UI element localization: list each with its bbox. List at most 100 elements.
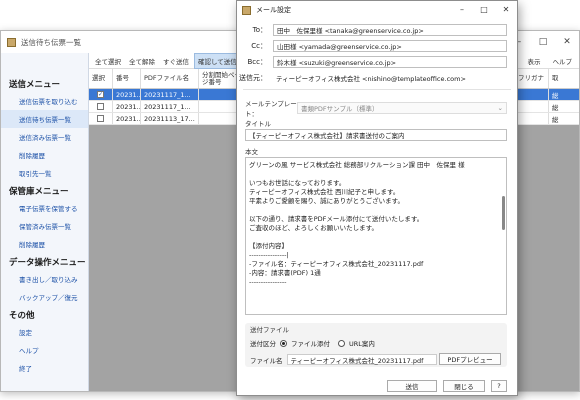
sidebar-heading-data: データ操作メニュー [9, 258, 86, 268]
view-menu[interactable]: 表示 [525, 54, 544, 68]
minimize-icon[interactable]: – [451, 1, 473, 19]
body-textarea[interactable]: グリーンの風 サービス株式会社 総務部リクルーション課 田中 佐保里 様 いつも… [245, 157, 507, 315]
body-line: -ファイル名：ティーピーオフィス株式会社_20231117.pdf [249, 260, 424, 268]
row-checkbox[interactable] [97, 115, 104, 122]
table-row[interactable]: 20231... 20231113_17... [89, 113, 245, 125]
body-line [249, 206, 498, 215]
dialog-title-bar: メール設定 – □ ✕ [237, 1, 517, 19]
sidebar-item-clients[interactable]: 取引先一覧 [1, 164, 88, 182]
template-select[interactable]: 書類PDFサンプル（標準） ⌄ [297, 102, 507, 114]
row-number: 20231... [113, 113, 141, 124]
to-field[interactable]: 田中 佐保里様 <tanaka@greenservice.co.jp> [273, 24, 507, 36]
radio-file-attach[interactable] [280, 339, 287, 347]
sidebar-item-help[interactable]: ヘルプ [1, 341, 88, 359]
radio-selected-dot [282, 341, 285, 345]
deselect-all-button[interactable]: 全て解除 [126, 54, 158, 68]
template-row: メールテンプレート： 書類PDFサンプル（標準） ⌄ [245, 100, 507, 118]
body-line: 以下の通り、請求書をPDFメール添付にて送付いたします。 [249, 215, 424, 223]
body-line: 平素よりご愛顧を賜り、誠にありがとうございます。 [249, 197, 404, 205]
row-number: 20231... [113, 101, 141, 112]
sidebar-item-deleted[interactable]: 削除履歴 [1, 146, 88, 164]
close-button[interactable]: 閉じる [443, 380, 485, 392]
sidebar-item-pending[interactable]: 送信待ち伝票一覧 [1, 110, 88, 128]
radio-url-guide[interactable] [338, 339, 345, 347]
confirm-send-button[interactable]: 確認して送信 [194, 52, 241, 69]
body-line: ティーピーオフィス株式会社 西川紀子と申します。 [249, 188, 400, 196]
cc-row: Cc： 山田様 <yamada@greenservice.co.jp> [237, 39, 517, 53]
sidebar-item-settings[interactable]: 設定 [1, 323, 88, 341]
maximize-icon[interactable]: □ [531, 31, 555, 53]
file-name-input[interactable]: ティーピーオフィス株式会社_20231117.pdf [286, 354, 437, 365]
sidebar-item-exit[interactable]: 終了 [1, 359, 88, 377]
send-now-button[interactable]: すぐ送信 [160, 54, 192, 68]
sidebar-item-import[interactable]: 送信伝票を取り込む [1, 92, 88, 110]
col-furigana[interactable]: フリガナ [515, 69, 549, 88]
subject-label: タイトル [245, 120, 271, 128]
attachment-file-row: ファイル名 ティーピーオフィス株式会社_20231117.pdf [250, 354, 437, 365]
body-line: グリーンの風 サービス株式会社 総務部リクルーション課 田中 佐保里 様 [249, 161, 465, 169]
row-file: 20231117_1... [141, 101, 199, 112]
sidebar-item-export[interactable]: 書き出し／取り込み [1, 270, 88, 288]
close-icon[interactable]: ✕ [555, 31, 579, 53]
body-line: ----------------| [249, 251, 289, 259]
body-line [249, 170, 498, 179]
bcc-label: Bcc： [247, 58, 268, 66]
table-row[interactable]: ✓ 20231... 20231117_1... [89, 89, 245, 101]
row-number: 20231... [113, 89, 141, 100]
cc-field[interactable]: 山田様 <yamada@greenservice.co.jp> [273, 40, 507, 52]
help-button[interactable]: ? [491, 380, 507, 392]
attachment-type-row: 送付区分 ファイル添付 URL案内 [250, 338, 375, 348]
table-empty-area [89, 125, 245, 391]
dialog-title: メール設定 [256, 6, 291, 14]
to-row: To： 田中 佐保里様 <tanaka@greenservice.co.jp> [237, 23, 517, 37]
maximize-icon[interactable]: □ [473, 1, 495, 19]
sidebar: 送信メニュー 送信伝票を取り込む 送信待ち伝票一覧 送信済み伝票一覧 削除履歴 … [1, 53, 89, 391]
sidebar-item-stored[interactable]: 保管済み伝票一覧 [1, 217, 88, 235]
body-line: 【添付内容】 [249, 242, 288, 250]
from-row: 送信元： ティーピーオフィス株式会社 <nishino@templateoffi… [237, 71, 517, 85]
body-line: いつもお世話になっております。 [249, 179, 346, 187]
col-select[interactable]: 選択 [89, 69, 113, 88]
col-pdf-file[interactable]: PDFファイル名 [141, 69, 199, 88]
help-menu[interactable]: ヘルプ [550, 54, 576, 68]
sidebar-item-storage-deleted[interactable]: 削除履歴 [1, 235, 88, 253]
col-number[interactable]: 番号 [113, 69, 141, 88]
body-line: -内容：請求書(PDF) 1通 [249, 269, 321, 277]
file-name-label: ファイル名 [250, 356, 283, 365]
row-file: 20231117_1... [141, 89, 199, 100]
from-label: 送信元： [239, 74, 267, 82]
to-label: To： [252, 26, 267, 34]
sidebar-item-backup[interactable]: バックアップ／復元 [1, 288, 88, 306]
body-label: 本文 [245, 148, 258, 156]
pdf-preview-button[interactable]: PDFプレビュー [439, 353, 501, 365]
template-value: 書類PDFサンプル（標準） [301, 105, 379, 113]
sidebar-item-sent[interactable]: 送信済み伝票一覧 [1, 128, 88, 146]
row-checkbox[interactable]: ✓ [97, 91, 104, 98]
dialog-window-controls: – □ ✕ [451, 1, 517, 19]
bcc-row: Bcc： 鈴木様 <suzuki@greenservice.co.jp> [237, 55, 517, 69]
table-header: 選択 番号 PDFファイル名 分割開始ページ番号 [89, 69, 245, 89]
sidebar-item-store[interactable]: 電子伝票を保管する [1, 199, 88, 217]
pending-table: 選択 番号 PDFファイル名 分割開始ページ番号 ✓ 20231... 2023… [89, 69, 245, 125]
select-all-button[interactable]: 全て選択 [92, 54, 124, 68]
background-window-title: 送信待ち伝票一覧 [21, 37, 81, 47]
bcc-field[interactable]: 鈴木様 <suzuki@greenservice.co.jp> [273, 56, 507, 68]
close-icon[interactable]: ✕ [495, 1, 517, 19]
app-icon [7, 37, 16, 47]
radio-url-guide-label[interactable]: URL案内 [349, 338, 375, 348]
attachment-section-label: 送付ファイル [250, 326, 289, 334]
screen: 送信待ち伝票一覧 – □ ✕ 送信メニュー 送信伝票を取り込む 送信待ち伝票一覧… [0, 0, 580, 400]
subject-input[interactable]: 【ティーピーオフィス株式会社】請求書送付のご案内 [245, 129, 507, 141]
radio-file-attach-label[interactable]: ファイル添付 [291, 338, 330, 348]
body-line: ご査収のほど、よろしくお願いいたします。 [249, 224, 379, 232]
row-checkbox[interactable] [97, 103, 104, 110]
send-button[interactable]: 送信 [387, 380, 437, 392]
col-client[interactable]: 取 [549, 69, 569, 88]
divider [243, 89, 511, 90]
body-scrollbar[interactable] [502, 196, 505, 230]
app-icon [242, 5, 251, 15]
body-line [249, 233, 498, 242]
sidebar-heading-other: その他 [9, 311, 35, 321]
table-row[interactable]: 20231... 20231117_1... [89, 101, 245, 113]
sidebar-heading-send: 送信メニュー [9, 80, 61, 90]
